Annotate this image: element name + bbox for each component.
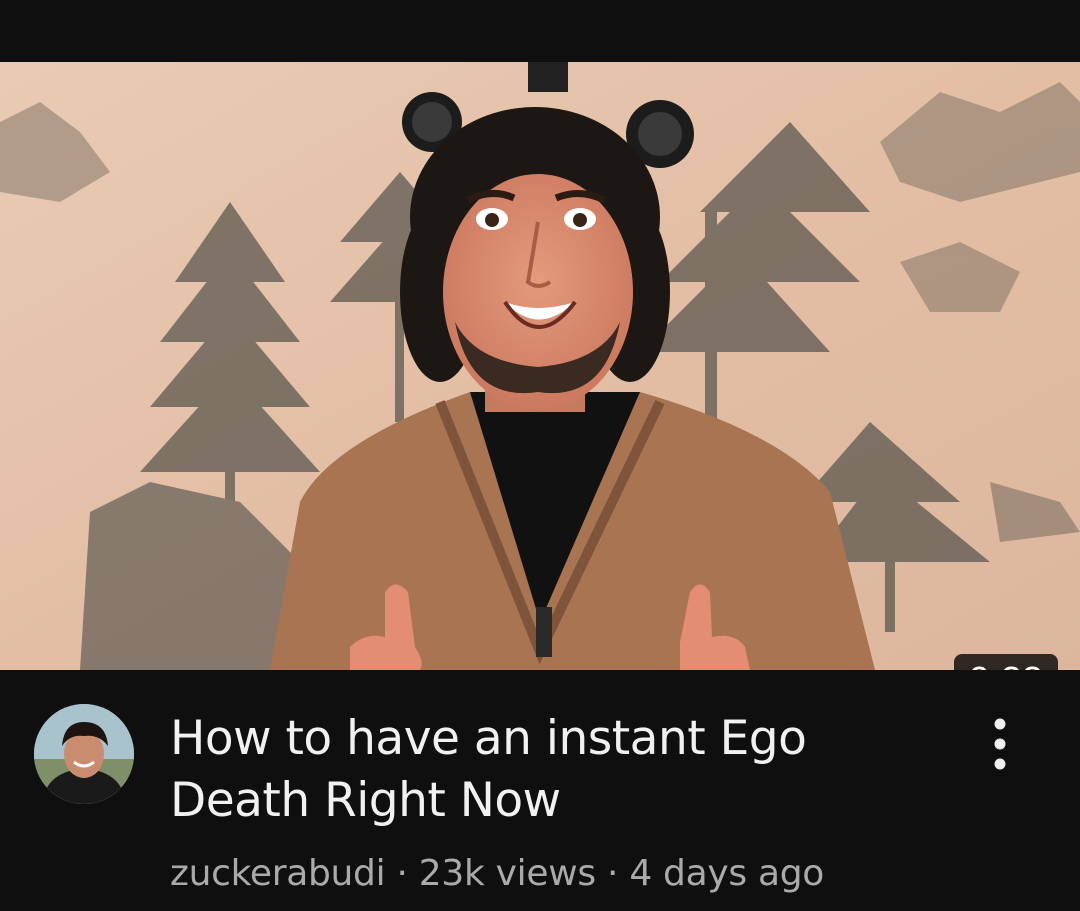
upload-age: 4 days ago — [629, 853, 825, 894]
view-count: 23k views — [418, 853, 596, 894]
video-duration-badge: 9:23 — [954, 654, 1058, 670]
video-card[interactable]: 9:23 How to have an instant Ego Death Ri… — [0, 0, 1080, 911]
video-meta: How to have an instant Ego Death Right N… — [0, 670, 1080, 911]
separator: · — [396, 853, 408, 894]
more-vertical-icon[interactable] — [980, 714, 1020, 774]
channel-avatar[interactable] — [34, 704, 134, 804]
video-title[interactable]: How to have an instant Ego Death Right N… — [170, 708, 930, 832]
thumbnail-image — [0, 62, 1080, 670]
avatar-image — [34, 704, 134, 804]
separator: · — [607, 853, 619, 894]
top-bar — [0, 0, 1080, 62]
channel-name[interactable]: zuckerabudi — [170, 853, 386, 894]
video-subline: zuckerabudi · 23k views · 4 days ago — [170, 852, 824, 896]
video-thumbnail[interactable]: 9:23 — [0, 62, 1080, 670]
